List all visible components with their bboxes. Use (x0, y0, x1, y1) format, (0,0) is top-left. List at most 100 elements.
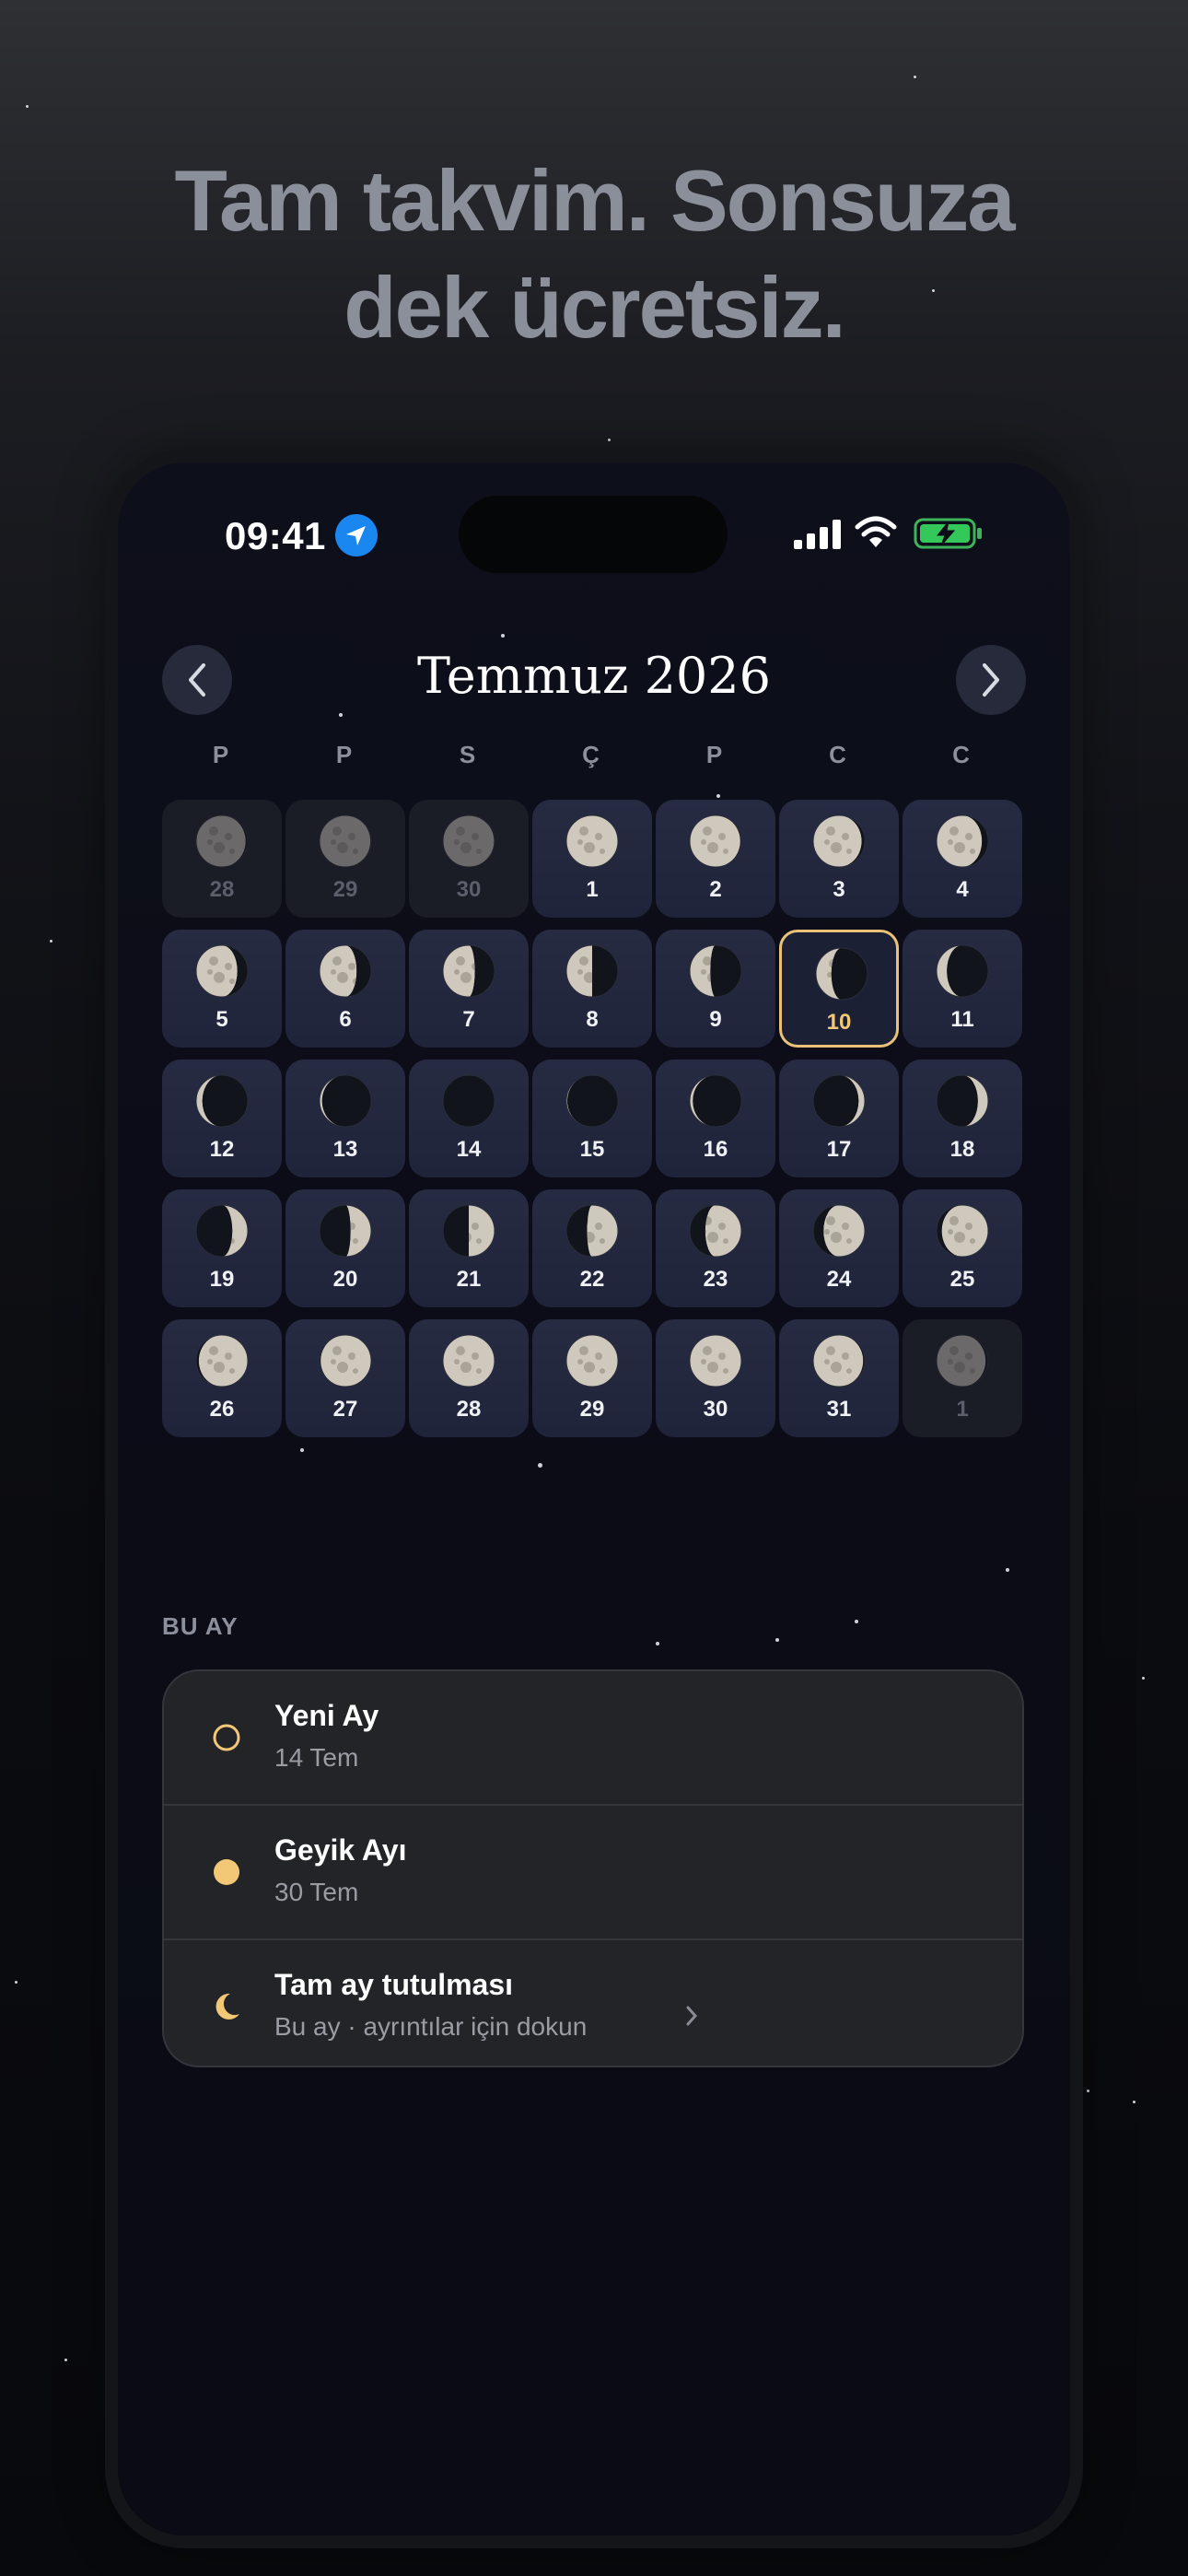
moon-phase-icon (936, 1074, 989, 1128)
calendar-day[interactable]: 28 (409, 1319, 529, 1437)
calendar-day[interactable]: 23 (656, 1189, 775, 1307)
weekday-label: Ç (582, 741, 600, 768)
calendar-day[interactable]: 31 (779, 1319, 899, 1437)
weekday-label: C (952, 741, 971, 768)
day-number: 9 (709, 1007, 722, 1032)
calendar-grid: 28 29 30 1 2 3 4 5 6 7 8 9 10 11 12 13 14 15 16 17 18 19 20 21 2… (162, 800, 1024, 1445)
calendar-day[interactable]: 26 (162, 1319, 282, 1437)
calendar-day[interactable]: 13 (285, 1060, 405, 1177)
day-number: 17 (826, 1137, 852, 1162)
moon-phase-icon (565, 1334, 619, 1388)
moon-phase-icon (815, 947, 868, 1001)
moon-phase-icon (195, 1204, 249, 1258)
calendar-day[interactable]: 29 (532, 1319, 652, 1437)
day-number: 10 (826, 1010, 852, 1035)
day-number: 21 (456, 1267, 482, 1292)
calendar-day[interactable]: 8 (532, 930, 652, 1048)
headline-line-2: dek ücretsiz. (344, 259, 845, 356)
moon-phase-icon (565, 1204, 619, 1258)
calendar-day[interactable]: 18 (903, 1060, 1022, 1177)
star (775, 1638, 779, 1642)
calendar-day[interactable]: 21 (409, 1189, 529, 1307)
moon-phase-icon (689, 1334, 742, 1388)
moon-phase-icon (812, 814, 866, 868)
calendar-day[interactable]: 20 (285, 1189, 405, 1307)
calendar-day[interactable]: 15 (532, 1060, 652, 1177)
day-number: 23 (703, 1267, 728, 1292)
moon-phase-icon (689, 814, 742, 868)
calendar-day[interactable]: 28 (162, 800, 282, 918)
dynamic-island (459, 496, 728, 573)
moon-phase-icon (936, 814, 989, 868)
calendar-day[interactable]: 5 (162, 930, 282, 1048)
star (15, 1981, 17, 1984)
day-number: 19 (209, 1267, 235, 1292)
calendar-day[interactable]: 1 (903, 1319, 1022, 1437)
calendar-day[interactable]: 9 (656, 930, 775, 1048)
day-number: 24 (826, 1267, 852, 1292)
calendar-day[interactable]: 25 (903, 1189, 1022, 1307)
location-arrow-icon (335, 514, 378, 556)
moon-phase-icon (319, 944, 372, 998)
wifi-icon (855, 516, 897, 547)
moon-phase-icon (565, 1074, 619, 1128)
day-number: 13 (332, 1137, 358, 1162)
moon-phase-icon (936, 944, 989, 998)
moon-phase-icon (812, 1204, 866, 1258)
calendar-day[interactable]: 27 (285, 1319, 405, 1437)
day-number: 28 (209, 877, 235, 902)
day-number: 20 (332, 1267, 358, 1292)
day-number: 5 (215, 1007, 228, 1032)
day-number: 3 (833, 877, 845, 902)
event-row-eclipse[interactable]: Tam ay tutulması Bu ay · ayrıntılar için… (164, 1940, 1022, 2066)
event-row-new-moon[interactable]: Yeni Ay 14 Tem (164, 1671, 1022, 1806)
calendar-day[interactable]: 24 (779, 1189, 899, 1307)
headline: Tam takvim. Sonsuza dek ücretsiz. (0, 147, 1188, 361)
calendar-day[interactable]: 11 (903, 930, 1022, 1048)
event-row-full-moon[interactable]: Geyik Ayı 30 Tem (164, 1806, 1022, 1940)
day-number: 29 (579, 1397, 605, 1422)
moon-phase-icon (689, 1074, 742, 1128)
event-title: Geyik Ayı (274, 1833, 407, 1867)
calendar-day[interactable]: 2 (656, 800, 775, 918)
moon-phase-icon (689, 944, 742, 998)
star (608, 439, 611, 441)
calendar-day[interactable]: 22 (532, 1189, 652, 1307)
moon-phase-icon (319, 814, 372, 868)
headline-line-1: Tam takvim. Sonsuza (174, 152, 1016, 249)
moon-phase-icon (936, 1204, 989, 1258)
calendar-day[interactable]: 17 (779, 1060, 899, 1177)
star (501, 634, 505, 638)
calendar-day[interactable]: 19 (162, 1189, 282, 1307)
calendar-day[interactable]: 12 (162, 1060, 282, 1177)
weekday-label: P (705, 741, 724, 768)
event-date: 14 Tem (274, 1743, 359, 1772)
calendar-day[interactable]: 30 (409, 800, 529, 918)
event-date: 30 Tem (274, 1878, 359, 1906)
day-number: 8 (586, 1007, 599, 1032)
calendar-day-today[interactable]: 10 (779, 930, 899, 1048)
calendar-day[interactable]: 6 (285, 930, 405, 1048)
moon-phase-icon (936, 1334, 989, 1388)
calendar-day[interactable]: 14 (409, 1060, 529, 1177)
next-month-button[interactable] (956, 645, 1026, 715)
event-title: Tam ay tutulması (274, 1968, 514, 2001)
day-number: 15 (579, 1137, 605, 1162)
star (656, 1642, 659, 1645)
star (716, 794, 720, 798)
day-number: 29 (332, 877, 358, 902)
calendar-day[interactable]: 29 (285, 800, 405, 918)
calendar-day[interactable]: 7 (409, 930, 529, 1048)
moon-phase-icon (195, 1334, 249, 1388)
calendar-day[interactable]: 1 (532, 800, 652, 918)
moon-phase-icon (195, 814, 249, 868)
day-number: 22 (579, 1267, 605, 1292)
calendar-day[interactable]: 3 (779, 800, 899, 918)
star (1006, 1568, 1009, 1572)
star (1087, 2090, 1089, 2092)
moon-phase-icon (195, 1074, 249, 1128)
calendar-day[interactable]: 4 (903, 800, 1022, 918)
calendar-day[interactable]: 16 (656, 1060, 775, 1177)
calendar-day[interactable]: 30 (656, 1319, 775, 1437)
moon-phase-icon (442, 944, 495, 998)
